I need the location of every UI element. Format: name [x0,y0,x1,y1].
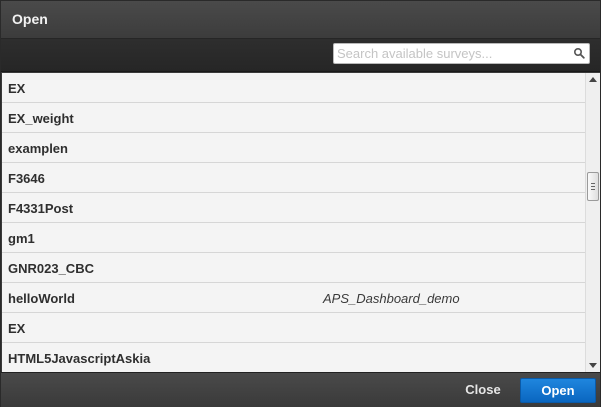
survey-name: HTML5JavascriptAskia [8,351,151,366]
open-dialog: Open EX EX_weight examplen F3646 F [0,0,601,407]
scroll-down-arrow-icon[interactable] [589,363,597,368]
survey-name: GNR023_CBC [8,261,94,276]
search-input[interactable] [337,45,567,62]
list-item[interactable]: EX [2,313,585,343]
grip-line [591,189,595,190]
survey-name: F3646 [8,171,45,186]
list-item[interactable]: gm1 [2,223,585,253]
survey-name: EX [8,81,26,96]
survey-name: EX [8,321,26,336]
open-button[interactable]: Open [520,378,596,403]
dialog-titlebar: Open [1,1,600,39]
search-icon[interactable] [573,47,585,59]
survey-extra: APS_Dashboard_demo [323,291,460,306]
list-item[interactable]: GNR023_CBC [2,253,585,283]
dialog-footer: Close Open [1,372,600,407]
dialog-title: Open [12,11,48,27]
scrollbar-thumb[interactable] [587,172,599,201]
survey-name: helloWorld [8,291,75,306]
list-scrollbar[interactable] [585,73,600,372]
search-box[interactable] [333,43,590,64]
survey-list[interactable]: EX EX_weight examplen F3646 F4331Post gm… [2,73,585,372]
survey-name: F4331Post [8,201,74,216]
grip-line [591,183,595,184]
list-item[interactable]: EX [2,73,585,103]
grip-line [591,186,595,187]
list-item[interactable]: examplen [2,133,585,163]
list-item[interactable]: F4331Post [2,193,585,223]
list-item[interactable]: helloWorld APS_Dashboard_demo [2,283,585,313]
dialog-toolbar [1,39,600,72]
survey-name: EX_weight [8,111,74,126]
scroll-up-arrow-icon[interactable] [589,77,597,82]
list-item[interactable]: HTML5JavascriptAskia [2,343,585,372]
list-item[interactable]: F3646 [2,163,585,193]
list-item[interactable]: EX_weight [2,103,585,133]
survey-name: examplen [8,141,68,156]
survey-name: gm1 [8,231,35,246]
close-button[interactable]: Close [456,378,510,402]
